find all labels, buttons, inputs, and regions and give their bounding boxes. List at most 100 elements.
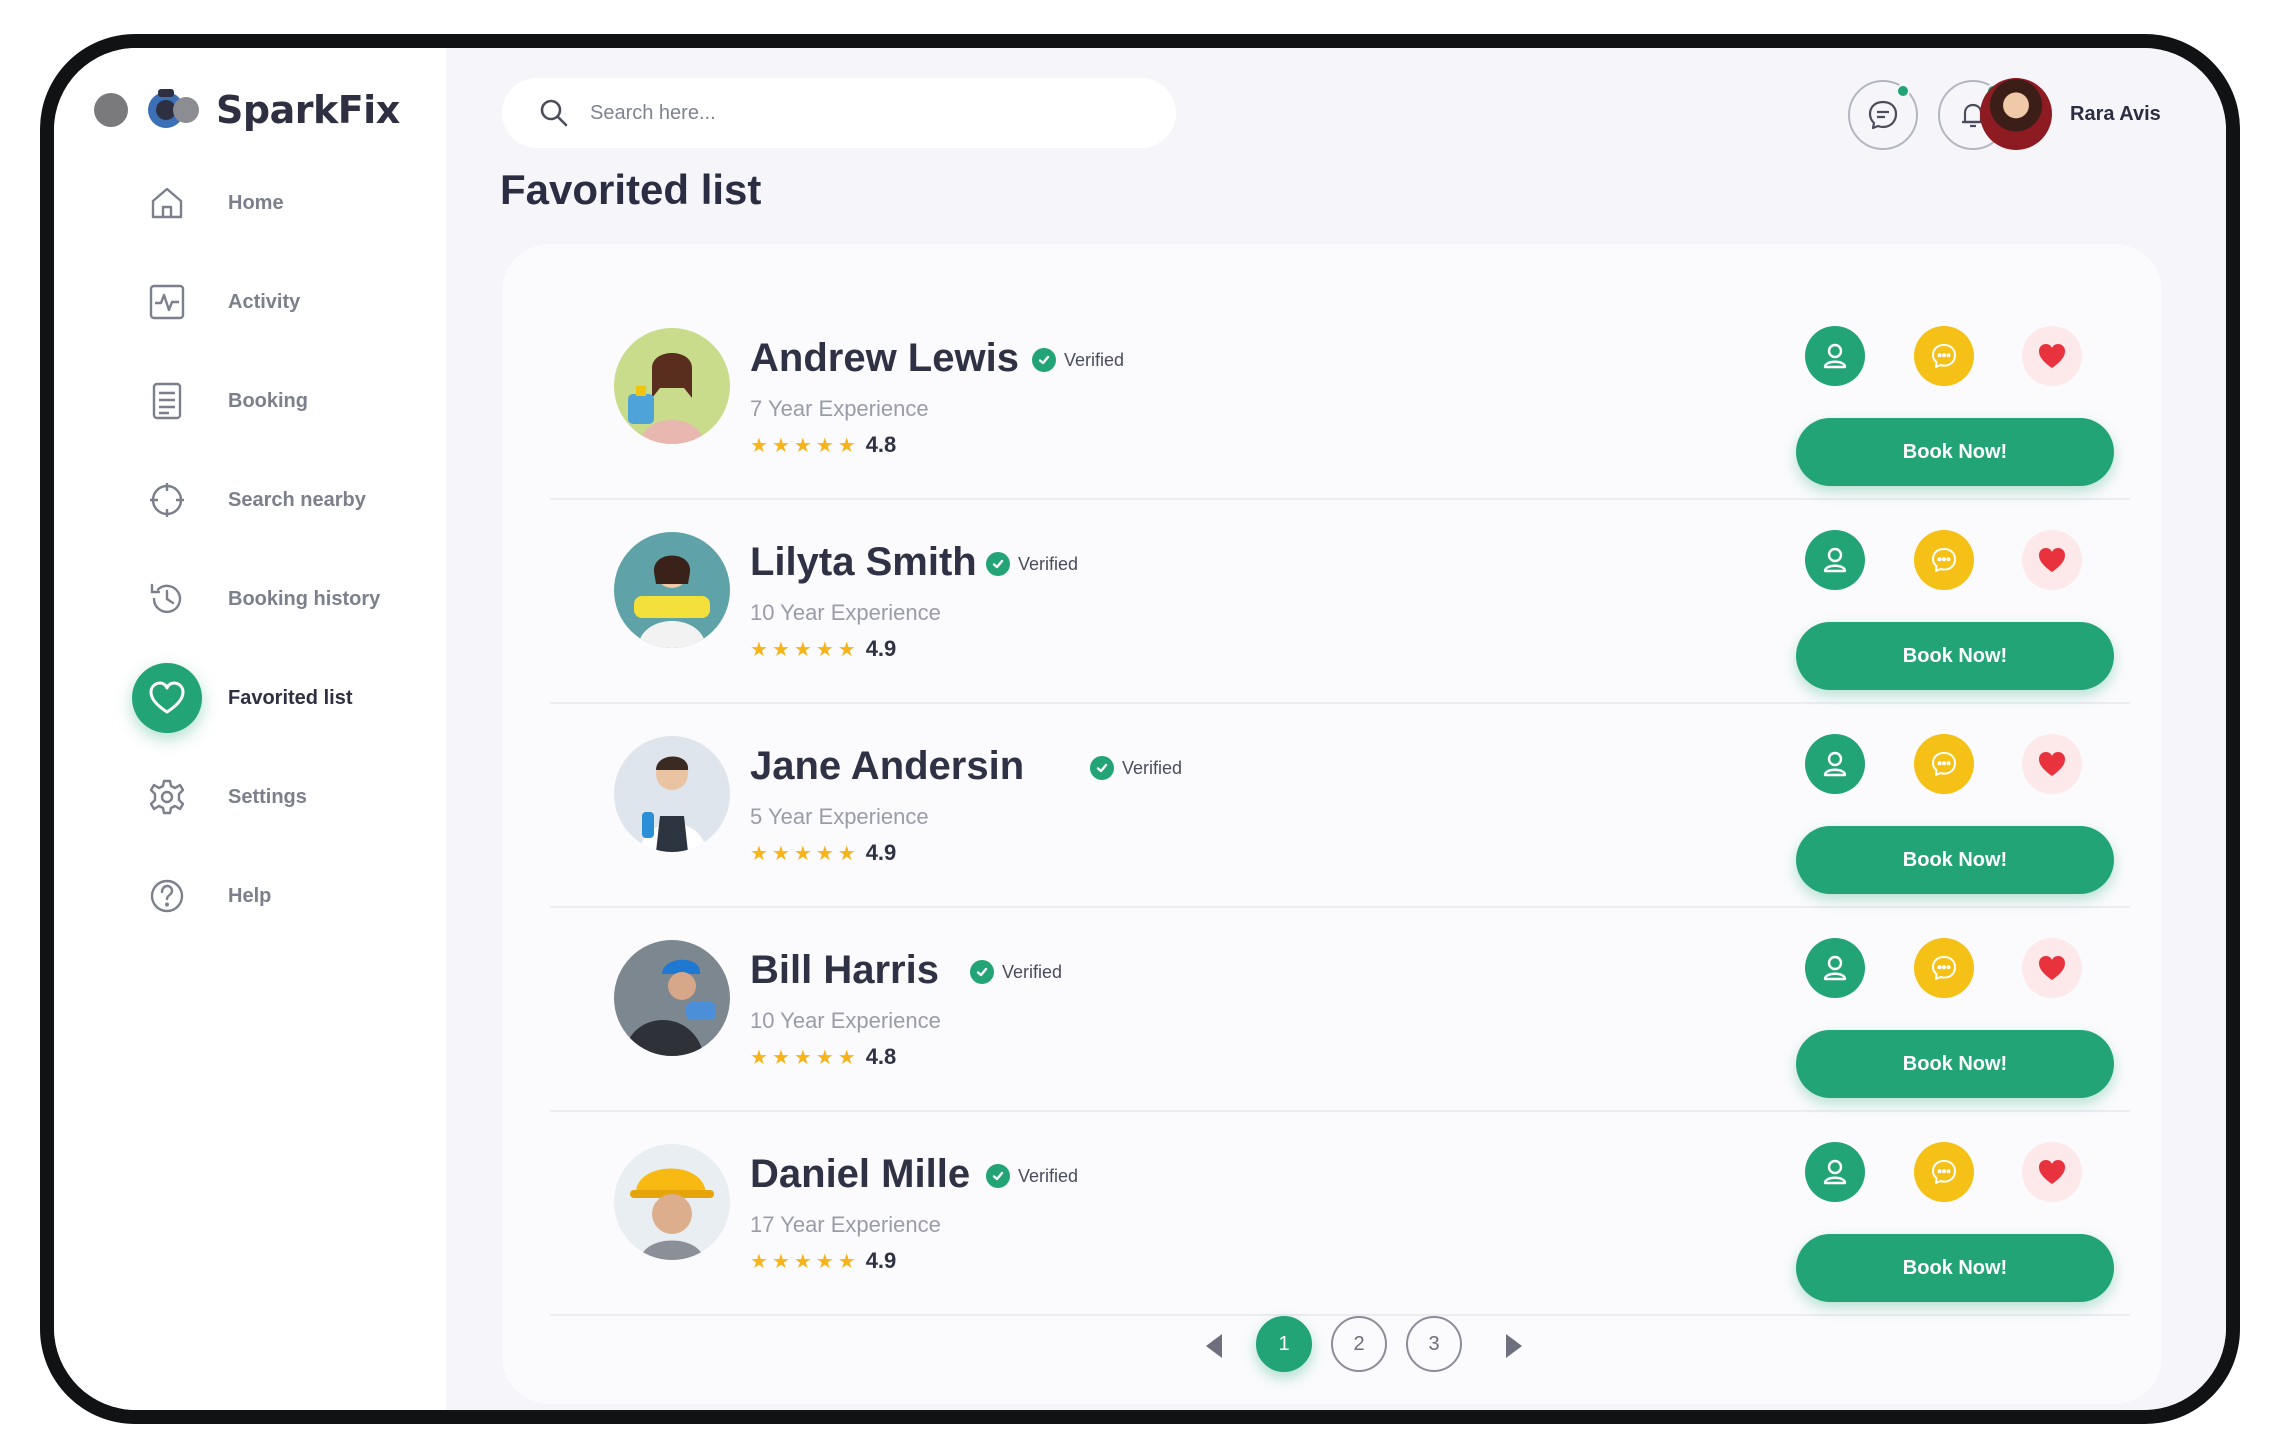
page-button-2[interactable]: 2 <box>1331 1316 1387 1372</box>
list-item: Bill Harris Verified 10 Year Experience … <box>550 908 2130 1112</box>
rating-value: 4.9 <box>865 840 897 865</box>
rating: ★ ★ ★ ★ ★ 4.9 <box>750 840 896 866</box>
experience: 10 Year Experience <box>750 1008 941 1033</box>
rating: ★ ★ ★ ★ ★ 4.9 <box>750 636 896 662</box>
window-dot <box>94 93 128 127</box>
sidebar-item-label: Booking <box>228 389 308 412</box>
profile-button[interactable] <box>1805 938 1865 998</box>
sidebar-item-search-nearby[interactable]: Search nearby <box>132 465 422 535</box>
favorites-card: Andrew Lewis Verified 7 Year Experience … <box>502 244 2162 1404</box>
profile-button[interactable] <box>1805 530 1865 590</box>
avatar <box>614 1144 730 1260</box>
help-icon <box>132 861 202 931</box>
user-menu[interactable]: Rara Avis <box>1980 78 2161 150</box>
verified-label: Verified <box>1064 349 1125 370</box>
heart-icon <box>132 663 202 733</box>
provider-name: Daniel Mille <box>750 1152 971 1196</box>
page-button-1[interactable]: 1 <box>1256 1316 1312 1372</box>
provider-name: Lilyta Smith <box>750 540 977 584</box>
experience: 17 Year Experience <box>750 1212 941 1237</box>
chat-button[interactable] <box>1914 734 1974 794</box>
gear-icon <box>132 762 202 832</box>
check-icon <box>1090 756 1114 780</box>
sidebar-item-label: Settings <box>228 785 307 808</box>
search-icon <box>540 99 568 127</box>
messages-button[interactable] <box>1848 80 1918 150</box>
brand-name: SparkFix <box>216 88 400 132</box>
favorite-button[interactable] <box>2022 938 2082 998</box>
check-icon <box>970 960 994 984</box>
search-input[interactable] <box>590 101 1150 125</box>
sidebar-item-favorited-list[interactable]: Favorited list <box>132 663 422 733</box>
sidebar-item-label: Help <box>228 884 272 907</box>
document-icon <box>132 366 202 436</box>
sidebar-item-home[interactable]: Home <box>132 168 422 238</box>
star-rating-icon: ★ ★ ★ ★ ★ <box>750 1046 856 1069</box>
sidebar: SparkFix Home Activity Booking Search ne… <box>54 48 446 1410</box>
check-icon <box>1032 348 1056 372</box>
profile-button[interactable] <box>1805 1142 1865 1202</box>
chat-button[interactable] <box>1914 326 1974 386</box>
chat-button[interactable] <box>1914 1142 1974 1202</box>
chat-button[interactable] <box>1914 938 1974 998</box>
app-screen: SparkFix Home Activity Booking Search ne… <box>54 48 2226 1410</box>
rating-value: 4.9 <box>865 1248 897 1273</box>
verified-label: Verified <box>1002 961 1063 982</box>
crosshair-icon <box>132 465 202 535</box>
page-button-3[interactable]: 3 <box>1406 1316 1462 1372</box>
verified-badge: Verified <box>986 552 1078 576</box>
home-icon <box>132 168 202 238</box>
logo-icon <box>144 85 214 135</box>
rating: ★ ★ ★ ★ ★ 4.8 <box>750 1044 896 1070</box>
sidebar-item-help[interactable]: Help <box>132 861 422 931</box>
verified-label: Verified <box>1018 1165 1079 1186</box>
avatar <box>614 736 730 852</box>
favorite-button[interactable] <box>2022 1142 2082 1202</box>
favorite-button[interactable] <box>2022 326 2082 386</box>
list-item: Daniel Mille Verified 17 Year Experience… <box>550 1112 2130 1316</box>
book-now-button[interactable]: Book Now! <box>1796 418 2114 486</box>
check-icon <box>986 1164 1010 1188</box>
profile-button[interactable] <box>1805 734 1865 794</box>
next-page-icon[interactable] <box>1506 1334 1522 1358</box>
avatar <box>614 532 730 648</box>
prev-page-icon[interactable] <box>1206 1334 1222 1358</box>
rating-value: 4.8 <box>865 432 897 457</box>
sidebar-item-label: Favorited list <box>228 686 353 709</box>
favorite-button[interactable] <box>2022 530 2082 590</box>
sidebar-item-label: Search nearby <box>228 488 366 511</box>
list-item: Lilyta Smith Verified 10 Year Experience… <box>550 500 2130 704</box>
star-rating-icon: ★ ★ ★ ★ ★ <box>750 434 856 457</box>
sidebar-item-activity[interactable]: Activity <box>132 267 422 337</box>
sidebar-item-settings[interactable]: Settings <box>132 762 422 832</box>
book-now-button[interactable]: Book Now! <box>1796 826 2114 894</box>
sidebar-item-booking[interactable]: Booking <box>132 366 422 436</box>
book-now-button[interactable]: Book Now! <box>1796 1234 2114 1302</box>
provider-name: Bill Harris <box>750 948 939 992</box>
profile-button[interactable] <box>1805 326 1865 386</box>
book-now-button[interactable]: Book Now! <box>1796 1030 2114 1098</box>
activity-icon <box>132 267 202 337</box>
verified-label: Verified <box>1122 757 1183 778</box>
page-title: Favorited list <box>500 166 762 213</box>
book-now-button[interactable]: Book Now! <box>1796 622 2114 690</box>
experience: 7 Year Experience <box>750 396 929 421</box>
avatar <box>1980 78 2052 150</box>
verified-badge: Verified <box>986 1164 1078 1188</box>
history-icon <box>132 564 202 634</box>
sidebar-item-booking-history[interactable]: Booking history <box>132 564 422 634</box>
unread-dot <box>1896 84 1910 98</box>
experience: 5 Year Experience <box>750 804 929 829</box>
chat-icon <box>1868 100 1898 130</box>
chat-button[interactable] <box>1914 530 1974 590</box>
star-rating-icon: ★ ★ ★ ★ ★ <box>750 1250 856 1273</box>
verified-badge: Verified <box>970 960 1062 984</box>
rating: ★ ★ ★ ★ ★ 4.9 <box>750 1248 896 1274</box>
rating: ★ ★ ★ ★ ★ 4.8 <box>750 432 896 458</box>
list-item: Andrew Lewis Verified 7 Year Experience … <box>550 296 2130 500</box>
avatar <box>614 940 730 1056</box>
main-content: Rara Avis Favorited list Andrew Lewis Ve… <box>446 48 2226 1410</box>
rating-value: 4.9 <box>865 636 897 661</box>
search-bar <box>502 78 1176 148</box>
favorite-button[interactable] <box>2022 734 2082 794</box>
